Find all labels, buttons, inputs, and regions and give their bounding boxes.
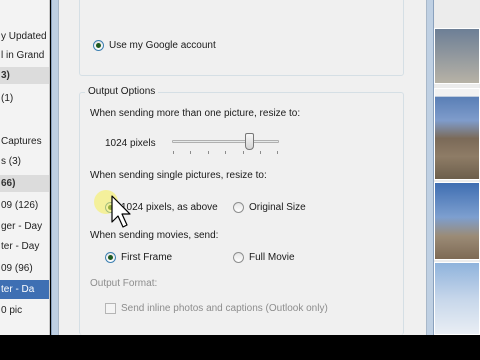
library-item[interactable]: s (3) <box>0 152 49 171</box>
email-options-dialog: Use my Google account Output Options Whe… <box>51 0 434 335</box>
library-item[interactable]: y Updated <box>0 27 49 46</box>
photo-thumbnail[interactable] <box>434 88 480 180</box>
movie-full-movie-label[interactable]: Full Movie <box>249 252 295 264</box>
use-google-account-label[interactable]: Use my Google account <box>109 40 216 52</box>
video-letterbox <box>0 335 480 360</box>
library-item[interactable]: l in Grand <box>0 46 49 65</box>
mouse-cursor-icon <box>94 190 131 228</box>
photo-thumbnail[interactable] <box>434 28 480 84</box>
output-options-title: Output Options <box>85 86 159 98</box>
single-resize-label: When sending single pictures, resize to: <box>90 170 267 181</box>
library-item-selected[interactable]: ter - Da <box>0 280 49 299</box>
output-format-label: Output Format: <box>90 278 158 289</box>
library-item[interactable]: 09 (96) <box>0 259 49 278</box>
library-panel: y Updated l in Grand 3) (1) Captures s (… <box>0 0 50 335</box>
single-original-size-radio[interactable] <box>233 202 244 213</box>
movie-full-movie-radio[interactable] <box>233 252 244 263</box>
library-item[interactable]: (1) <box>0 89 49 108</box>
photo-thumbnail[interactable] <box>434 262 480 335</box>
single-original-size-label[interactable]: Original Size <box>249 202 306 214</box>
library-item[interactable]: ter - Day <box>0 237 49 256</box>
library-section-header[interactable]: 66) <box>0 175 49 192</box>
slider-thumb[interactable] <box>245 133 254 150</box>
library-item[interactable]: Captures <box>0 132 49 151</box>
dialog-body: Use my Google account Output Options Whe… <box>58 0 427 335</box>
inline-photos-label[interactable]: Send inline photos and captions (Outlook… <box>121 303 328 315</box>
movie-first-frame-radio[interactable] <box>105 252 116 263</box>
library-section-header[interactable]: 3) <box>0 67 49 84</box>
multi-resize-slider[interactable] <box>172 133 282 159</box>
multi-resize-label: When sending more than one picture, resi… <box>90 108 301 119</box>
library-item[interactable]: ger - Day <box>0 217 49 236</box>
photo-thumbnail[interactable] <box>434 182 480 260</box>
library-item[interactable]: 09 (126) <box>0 196 49 215</box>
screen: y Updated l in Grand 3) (1) Captures s (… <box>0 0 480 360</box>
library-item[interactable]: 0 pic <box>0 301 49 320</box>
photo-thumbnails <box>434 0 480 335</box>
library-item[interactable] <box>0 110 49 129</box>
movie-first-frame-label[interactable]: First Frame <box>121 252 172 264</box>
inline-photos-checkbox[interactable] <box>105 303 116 314</box>
account-group: Use my Google account <box>79 0 404 76</box>
use-google-account-radio[interactable] <box>93 40 104 51</box>
multi-resize-value: 1024 pixels <box>105 138 156 149</box>
